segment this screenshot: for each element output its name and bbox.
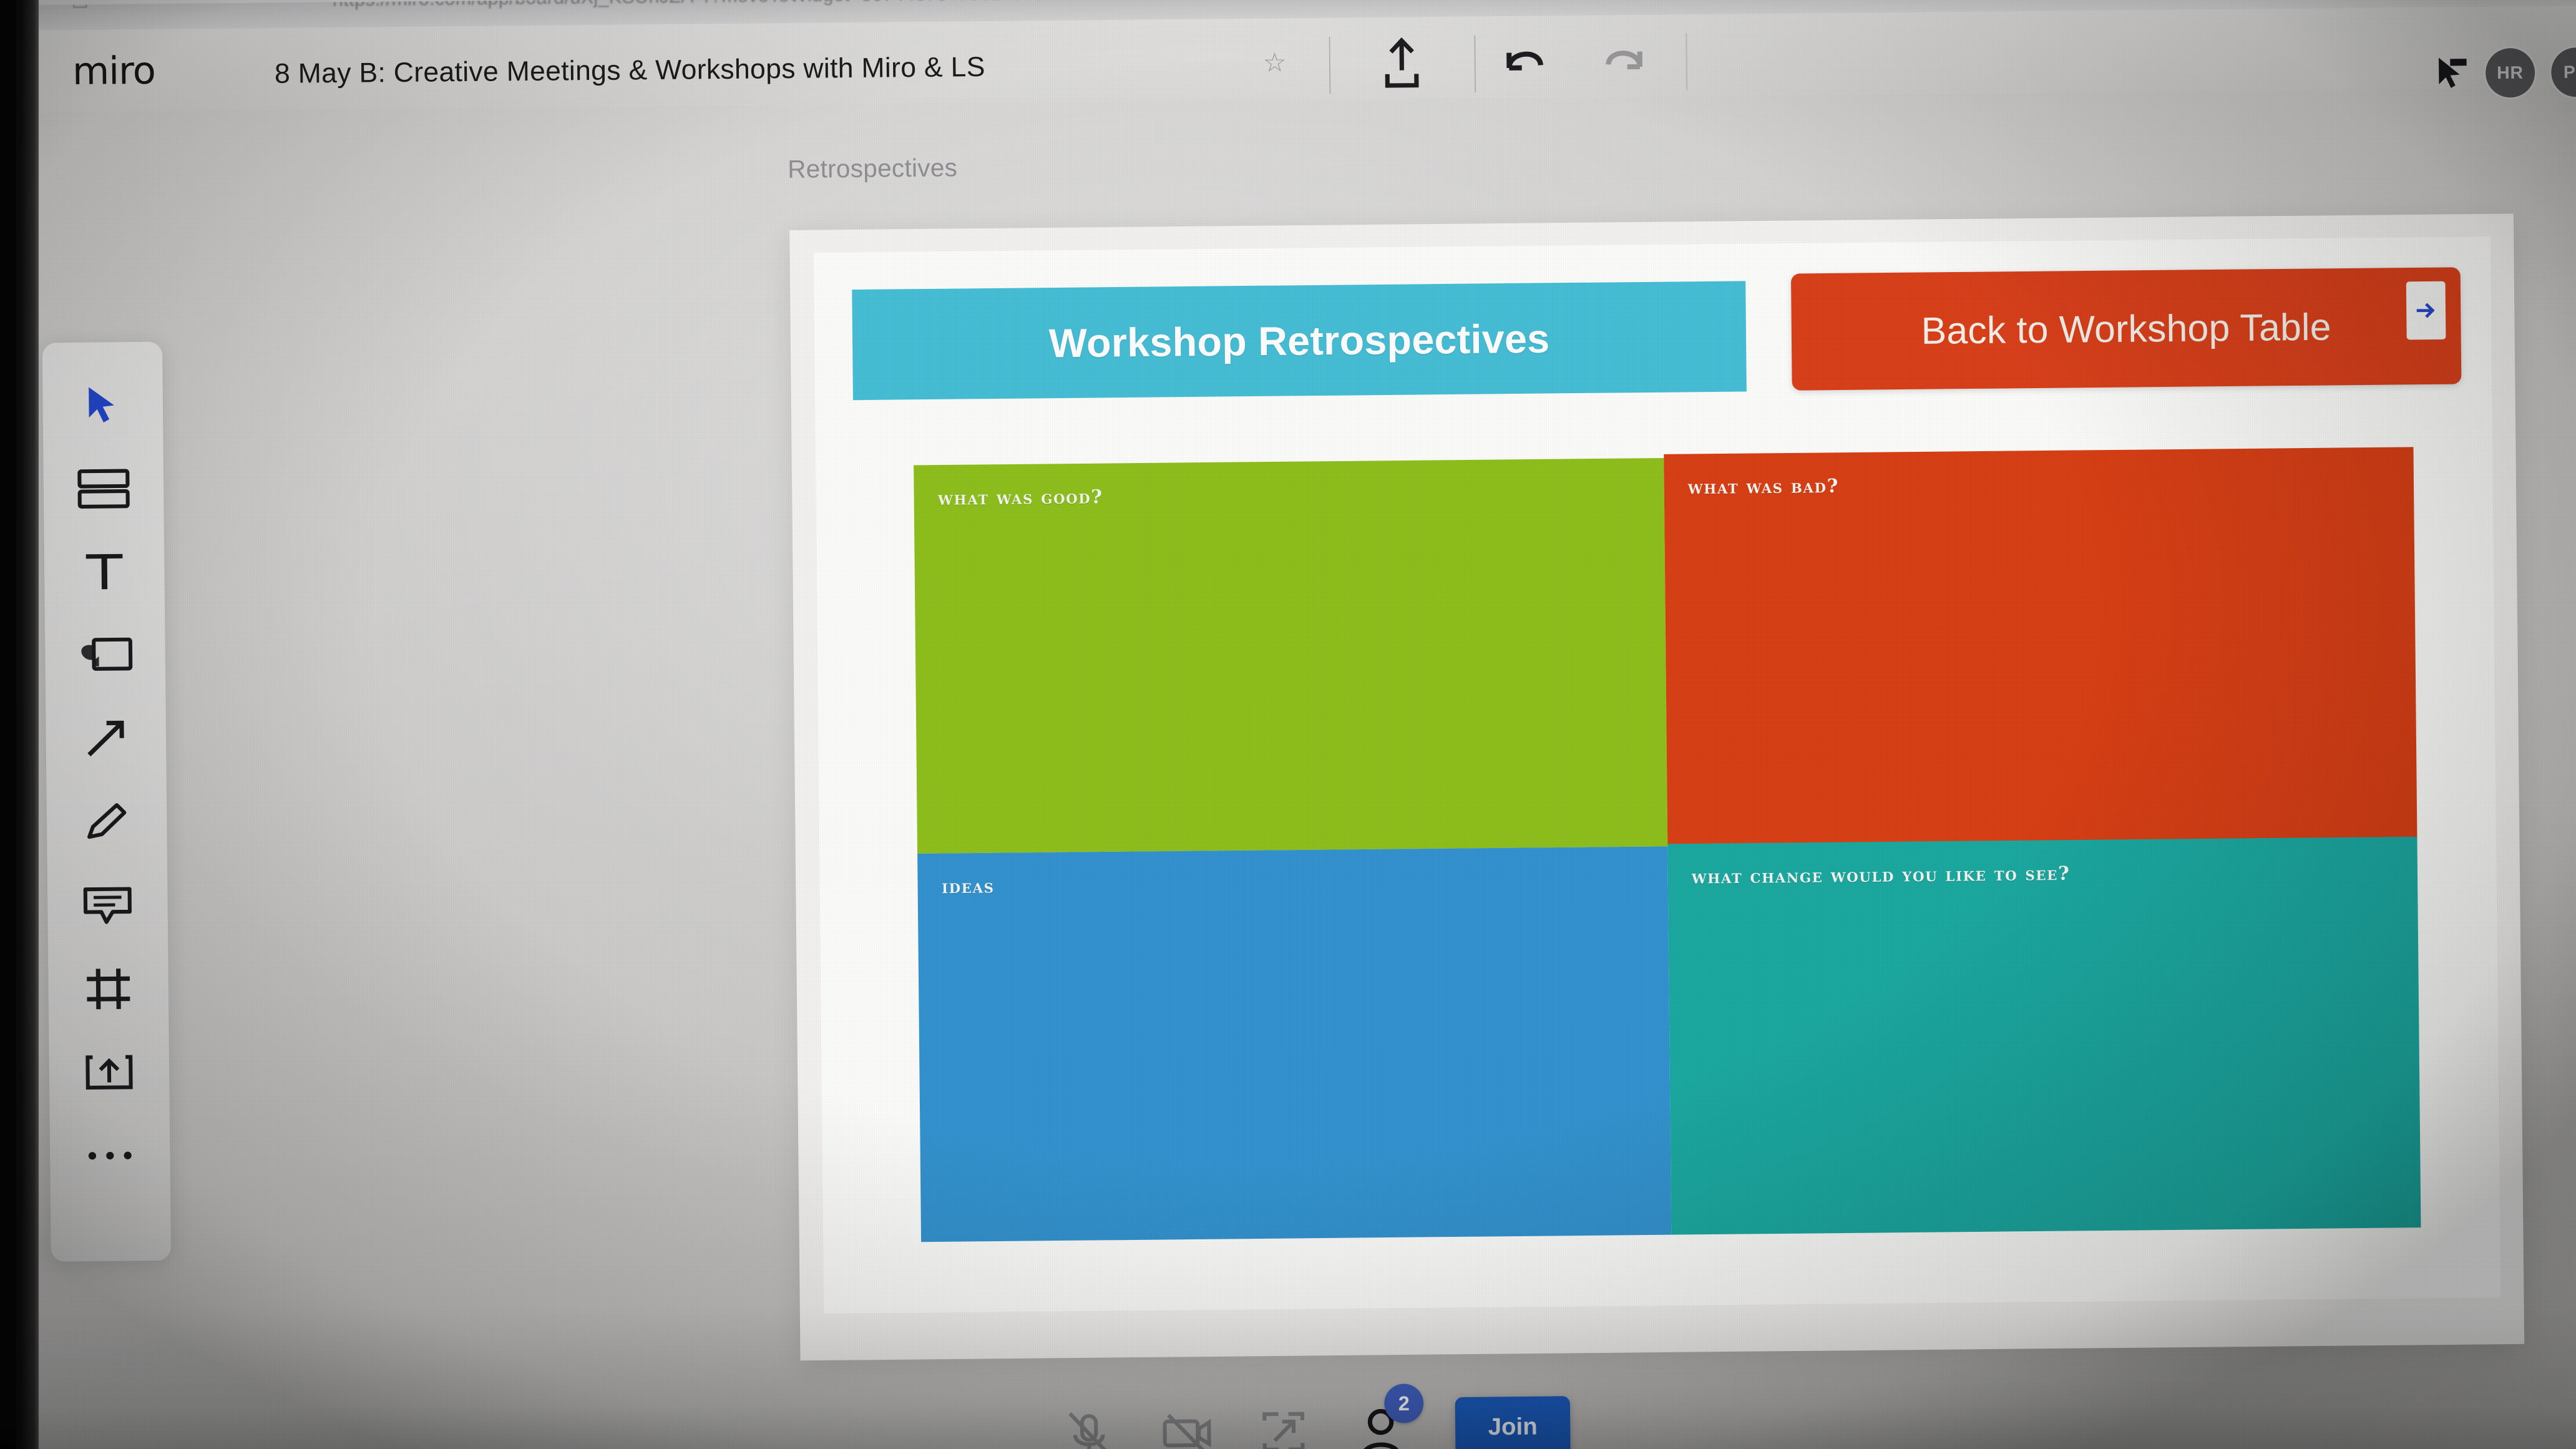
quadrant-label: What was bad?: [1687, 475, 1840, 499]
sticky-note-icon: [81, 637, 133, 671]
quad-ideas[interactable]: Ideas: [917, 846, 1671, 1242]
templates-icon: [77, 469, 130, 509]
screen-share-icon[interactable]: [1256, 1403, 1312, 1449]
cursor-arrow-icon: [89, 387, 114, 423]
video-muted-icon[interactable]: [1158, 1405, 1214, 1449]
star-icon[interactable]: ☆: [1262, 47, 1292, 77]
avatar[interactable]: PS: [2551, 47, 2576, 97]
sidebar-item-cursor-select-tool[interactable]: [65, 363, 140, 447]
quad-what-change[interactable]: What change would you like to see?: [1667, 836, 2421, 1235]
quadrant-label: What change would you like to see?: [1691, 862, 2071, 889]
arrow-icon: [87, 720, 124, 757]
participants-icon[interactable]: 2: [1353, 1383, 1424, 1449]
back-to-workshop-table-label: Back to Workshop Table: [1921, 305, 2331, 353]
sidebar-item-pen-tool[interactable]: [69, 780, 145, 864]
sidebar-item-arrow-line-tool[interactable]: [69, 697, 144, 781]
sidebar-item-comment-tool[interactable]: [70, 864, 145, 948]
cursor-pointer-icon[interactable]: [2434, 55, 2469, 92]
board-header-title[interactable]: Workshop Retrospectives: [852, 281, 1747, 401]
avatar-initials: HR: [2496, 62, 2524, 83]
frame-title[interactable]: Retrospectives: [788, 154, 957, 184]
upload-icon: [85, 1055, 133, 1090]
undo-icon[interactable]: [1503, 40, 1549, 85]
toolbar-divider: [1474, 35, 1476, 92]
frame-icon: [87, 968, 130, 1010]
pen-icon: [87, 803, 127, 839]
photographed-monitor: ○ ☐ https://miro.com/app/board/uXj_KSUhJ…: [0, 0, 2576, 1449]
toolbar-divider: [1686, 33, 1688, 90]
back-to-workshop-table-button[interactable]: Back to Workshop Table: [1790, 267, 2462, 391]
board-header-title-text: Workshop Retrospectives: [1048, 315, 1550, 366]
board-title[interactable]: 8 May B: Creative Meetings & Workshops w…: [275, 52, 985, 90]
url-bar-text[interactable]: https://miro.com/app/board/uXj_KSUhJZA=/…: [333, 0, 1137, 11]
miro-logo[interactable]: miro: [72, 49, 155, 94]
redo-icon[interactable]: [1601, 39, 1647, 84]
sidebar-item-frame-tool[interactable]: [71, 947, 146, 1031]
toolbar-divider: [1329, 37, 1331, 94]
ui-plane: ○ ☐ https://miro.com/app/board/uXj_KSUhJ…: [0, 0, 2576, 1449]
more-dots-icon: [88, 1151, 132, 1160]
sidebar-item-templates-tool[interactable]: [66, 447, 142, 531]
sidebar-item-upload-tool[interactable]: [72, 1030, 147, 1115]
avatar[interactable]: HR: [2485, 47, 2535, 98]
quadrant-label: Ideas: [941, 876, 995, 899]
monitor-bezel-left-inner: [0, 0, 16, 1449]
link-arrow-icon[interactable]: [2406, 281, 2446, 340]
quad-what-was-bad[interactable]: What was bad?: [1663, 447, 2417, 847]
comment-icon: [83, 887, 132, 924]
join-button[interactable]: Join: [1455, 1396, 1571, 1449]
join-button-label: Join: [1488, 1413, 1538, 1440]
avatar-initials: PS: [2563, 62, 2576, 82]
sidebar-item-text-tool[interactable]: [67, 530, 142, 614]
quadrant-label: What was good?: [937, 486, 1103, 510]
left-toolbar: [42, 341, 172, 1262]
sidebar-item-sticky-note-tool[interactable]: [67, 613, 143, 698]
microphone-muted-icon[interactable]: [1061, 1405, 1117, 1449]
text-icon: [85, 554, 123, 590]
bottom-collaboration-bar: 2 Join: [31, 1366, 2576, 1449]
retrospective-quadrants: What was good? What was bad? Ideas What …: [914, 447, 2421, 1242]
top-bar-right-group: HR PS: [2434, 31, 2576, 115]
participants-count-badge: 2: [1384, 1383, 1424, 1423]
export-icon[interactable]: [1380, 37, 1425, 90]
sidebar-item-more-tools[interactable]: [72, 1114, 148, 1198]
quad-what-was-good[interactable]: What was good?: [914, 457, 1667, 854]
